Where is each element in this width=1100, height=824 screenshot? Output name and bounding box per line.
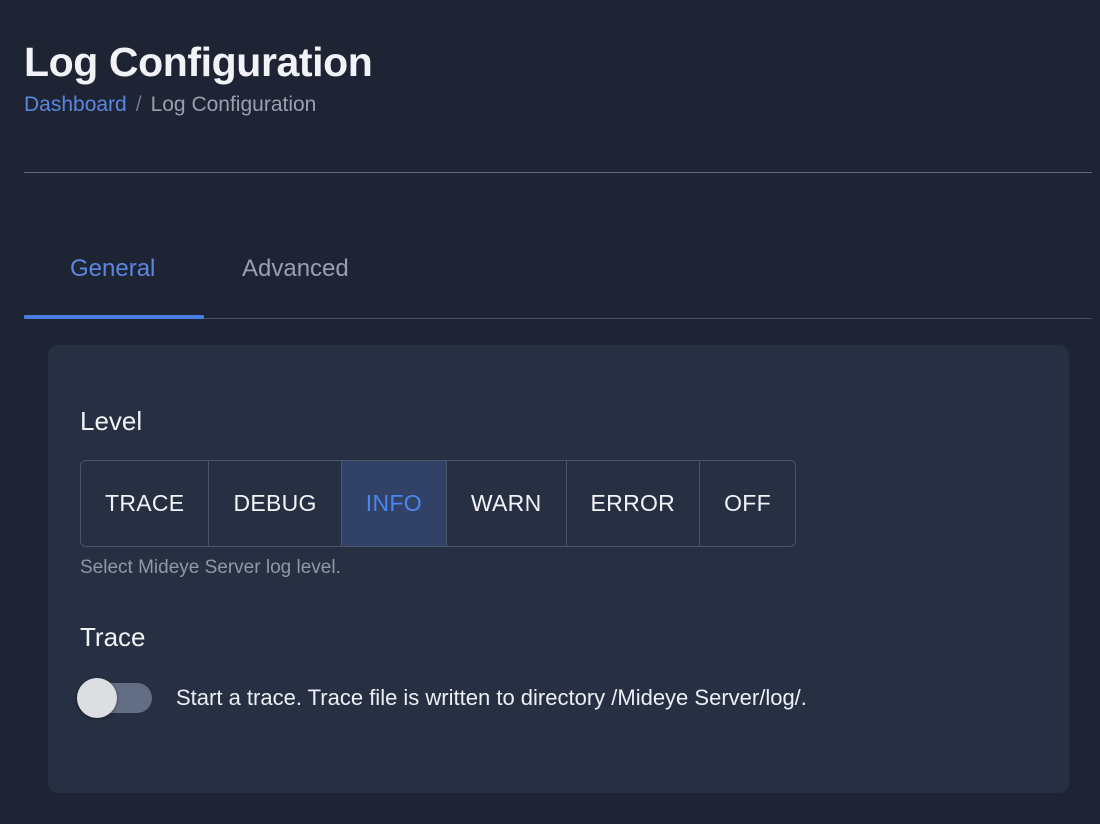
trace-description: Start a trace. Trace file is written to … bbox=[176, 684, 807, 710]
page-title: Log Configuration bbox=[24, 39, 373, 86]
tab-general[interactable]: General bbox=[64, 248, 161, 318]
level-option-info[interactable]: INFO bbox=[341, 461, 447, 547]
level-helper-text: Select Mideye Server log level. bbox=[80, 557, 341, 579]
trace-heading: Trace bbox=[80, 622, 146, 652]
breadcrumb: Dashboard / Log Configuration bbox=[24, 90, 316, 120]
breadcrumb-current: Log Configuration bbox=[150, 93, 317, 116]
settings-card: Level TRACE DEBUG INFO WARN ERROR OFF Se… bbox=[48, 345, 1069, 793]
trace-toggle-switch[interactable] bbox=[77, 678, 152, 719]
level-option-debug[interactable]: DEBUG bbox=[209, 461, 342, 547]
trace-toggle-row: Start a trace. Trace file is written to … bbox=[77, 678, 807, 719]
tab-active-indicator bbox=[24, 315, 204, 319]
header-divider bbox=[24, 172, 1092, 173]
tab-bar: General Advanced bbox=[24, 248, 1092, 320]
trace-setting-group: Trace Start a trace. Trace file is writt… bbox=[77, 622, 807, 719]
log-level-segmented-control: TRACE DEBUG INFO WARN ERROR OFF bbox=[80, 460, 796, 548]
level-option-error[interactable]: ERROR bbox=[567, 461, 701, 547]
log-configuration-page: Log Configuration Dashboard / Log Configur… bbox=[0, 0, 1100, 824]
toggle-knob bbox=[77, 678, 117, 719]
level-heading: Level bbox=[80, 406, 143, 436]
breadcrumb-separator: / bbox=[135, 93, 142, 116]
level-option-trace[interactable]: TRACE bbox=[81, 461, 210, 547]
tab-advanced[interactable]: Advanced bbox=[236, 248, 355, 318]
level-setting-group: Level TRACE DEBUG INFO WARN ERROR OFF Se… bbox=[80, 406, 796, 581]
breadcrumb-link-dashboard[interactable]: Dashboard bbox=[24, 93, 127, 116]
level-option-off[interactable]: OFF bbox=[700, 461, 795, 546]
level-option-warn[interactable]: WARN bbox=[447, 461, 567, 547]
